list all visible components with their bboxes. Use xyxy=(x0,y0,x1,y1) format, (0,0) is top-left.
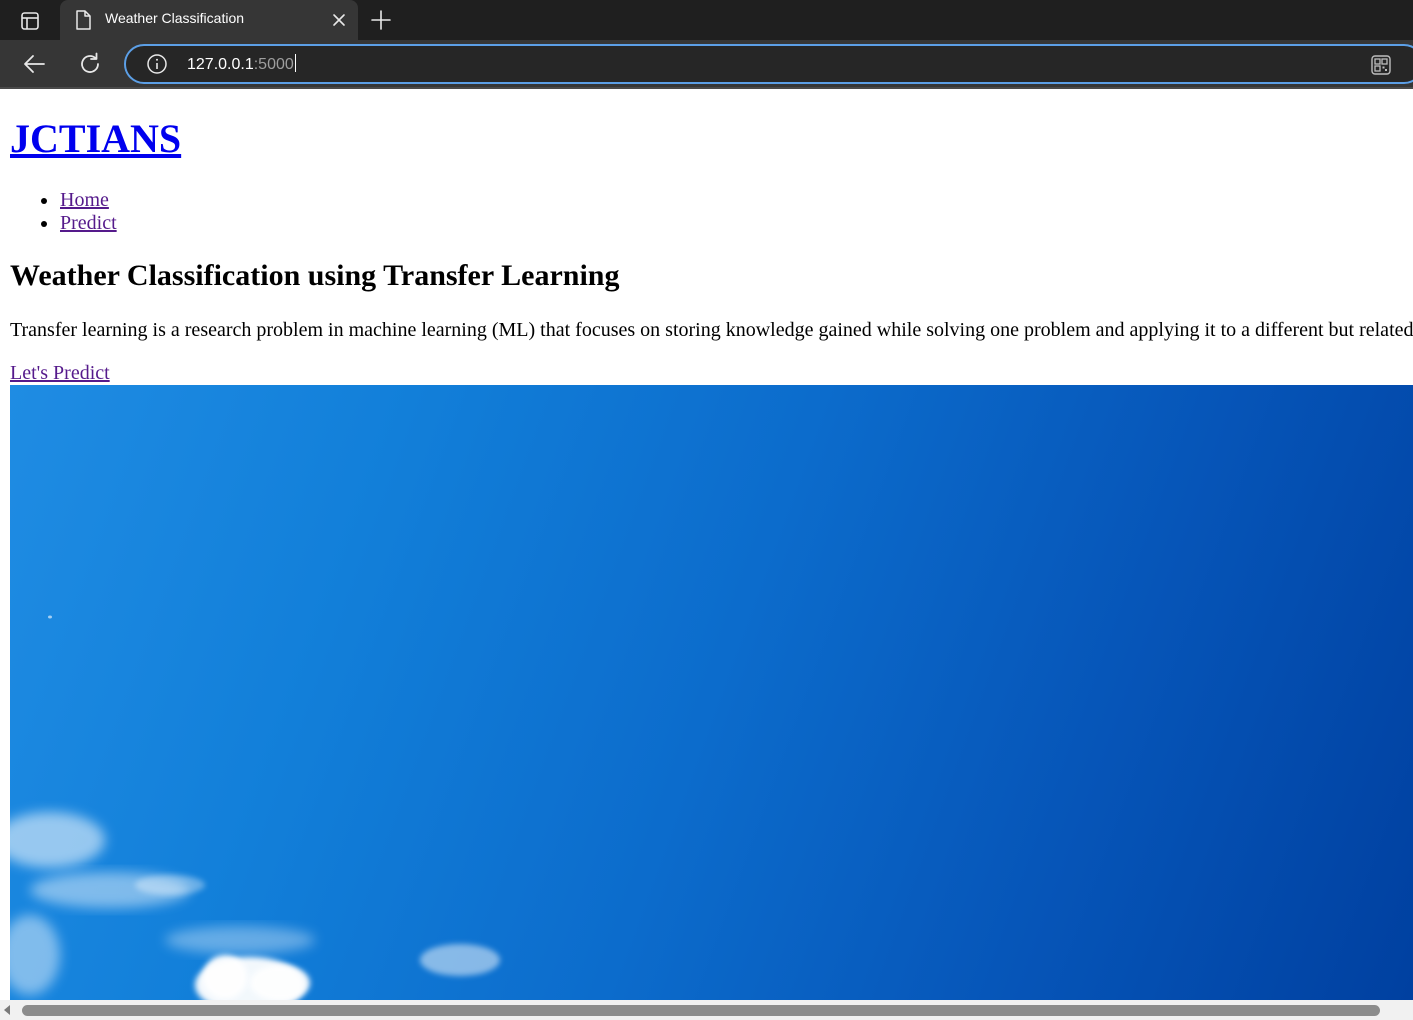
back-arrow-icon[interactable] xyxy=(20,50,48,78)
url-host: 127.0.0.1 xyxy=(187,56,254,73)
cloud-shapes xyxy=(10,615,500,1000)
close-icon[interactable] xyxy=(330,11,348,29)
reload-icon[interactable] xyxy=(76,50,104,78)
active-tab[interactable]: Weather Classification xyxy=(60,0,358,40)
nav-link-predict[interactable]: Predict xyxy=(60,212,117,234)
nav-link-home[interactable]: Home xyxy=(60,189,109,211)
horizontal-scrollbar[interactable] xyxy=(0,1000,1413,1020)
sky-image xyxy=(10,385,1413,1000)
info-icon[interactable] xyxy=(146,53,168,75)
nav-item-predict: Predict xyxy=(41,212,117,235)
scroll-left-arrow-icon[interactable] xyxy=(4,1005,10,1015)
address-bar[interactable]: 127.0.0.1:5000 xyxy=(124,44,1413,84)
nav-list: Home Predict xyxy=(41,189,117,235)
browser-toolbar: 127.0.0.1:5000 xyxy=(0,40,1413,89)
web-page: JCTIANS Home Predict Weather Classificat… xyxy=(0,89,1413,1000)
qr-code-icon[interactable] xyxy=(1370,54,1392,76)
scrollbar-thumb[interactable] xyxy=(22,1005,1380,1016)
lets-predict-link[interactable]: Let's Predict xyxy=(10,360,110,386)
tab-actions-icon[interactable] xyxy=(12,8,48,34)
tab-title: Weather Classification xyxy=(105,10,245,26)
browser-tab-strip: Weather Classification xyxy=(0,0,1413,40)
url-port: :5000 xyxy=(253,56,294,73)
address-text[interactable]: 127.0.0.1:5000 xyxy=(187,54,296,74)
page-icon xyxy=(75,10,91,35)
brand-link[interactable]: JCTIANS xyxy=(10,116,181,162)
description-text: Transfer learning is a research problem … xyxy=(10,319,1413,341)
nav-item-home: Home xyxy=(41,189,117,212)
text-caret xyxy=(294,54,296,72)
page-heading: Weather Classification using Transfer Le… xyxy=(10,259,620,292)
plus-icon[interactable] xyxy=(368,7,394,33)
